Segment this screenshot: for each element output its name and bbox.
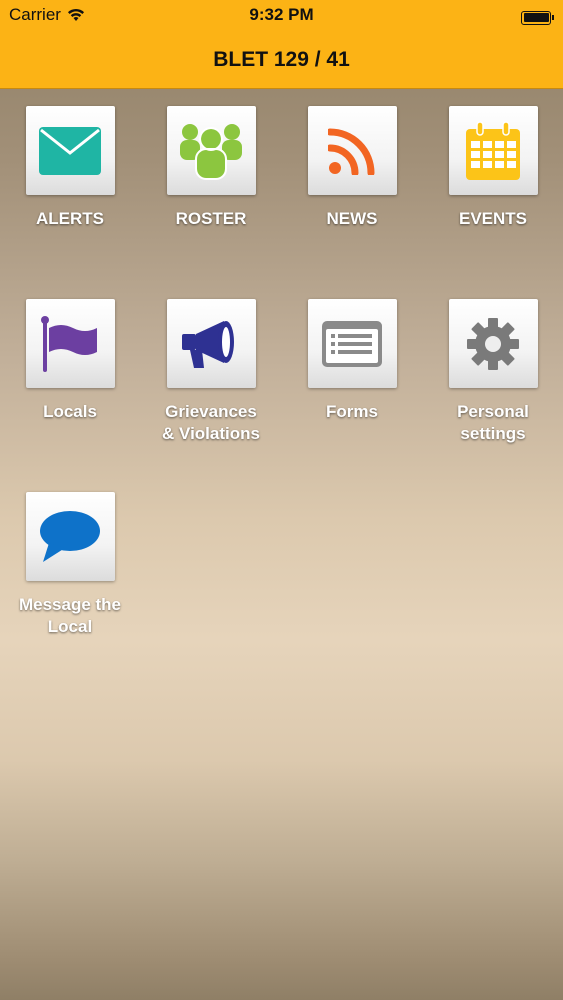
locals-button[interactable] <box>25 299 115 388</box>
tile-news[interactable]: NEWS <box>282 106 422 276</box>
header-bar: Carrier 9:32 PM BLET 129 / 41 <box>0 0 563 89</box>
tile-alerts[interactable]: ALERTS <box>0 106 140 276</box>
battery-icon <box>521 7 554 27</box>
tile-label: ROSTER <box>175 209 247 228</box>
calendar-icon <box>466 120 520 180</box>
tile-grievances[interactable]: Grievances & Violations <box>141 299 281 469</box>
settings-button[interactable] <box>448 299 538 388</box>
tile-label: Grievances & Violations <box>162 402 260 443</box>
alerts-button[interactable] <box>25 106 115 195</box>
tile-label: EVENTS <box>458 209 528 228</box>
page-title: BLET 129 / 41 <box>213 48 350 71</box>
tile-label: Forms <box>326 402 378 421</box>
gear-icon <box>467 317 519 370</box>
news-button[interactable] <box>307 106 397 195</box>
message-button[interactable] <box>25 492 115 581</box>
tile-events[interactable]: EVENTS <box>423 106 563 276</box>
tile-label: NEWS <box>326 209 378 228</box>
rss-icon <box>328 128 375 175</box>
forms-button[interactable] <box>307 299 397 388</box>
grievances-button[interactable] <box>166 299 256 388</box>
tile-label: ALERTS <box>36 209 104 228</box>
flag-icon <box>41 315 97 372</box>
roster-button[interactable] <box>166 106 256 195</box>
status-time: 9:32 PM <box>249 5 314 24</box>
speech-bubble-icon <box>40 510 100 562</box>
events-button[interactable] <box>448 106 538 195</box>
tile-label: Message the Local <box>18 595 122 636</box>
envelope-icon <box>39 126 101 175</box>
tile-message[interactable]: Message the Local <box>0 492 140 662</box>
megaphone-icon <box>182 320 234 368</box>
tile-settings[interactable]: Personal settings <box>423 299 563 469</box>
tile-forms[interactable]: Forms <box>282 299 422 469</box>
people-icon <box>180 123 242 180</box>
tile-label: Personal settings <box>457 402 529 443</box>
form-icon <box>322 320 382 367</box>
tile-locals[interactable]: Locals <box>0 299 140 469</box>
tile-roster[interactable]: ROSTER <box>141 106 281 276</box>
status-bar: Carrier 9:32 PM <box>0 0 563 30</box>
tile-label: Locals <box>43 402 97 421</box>
